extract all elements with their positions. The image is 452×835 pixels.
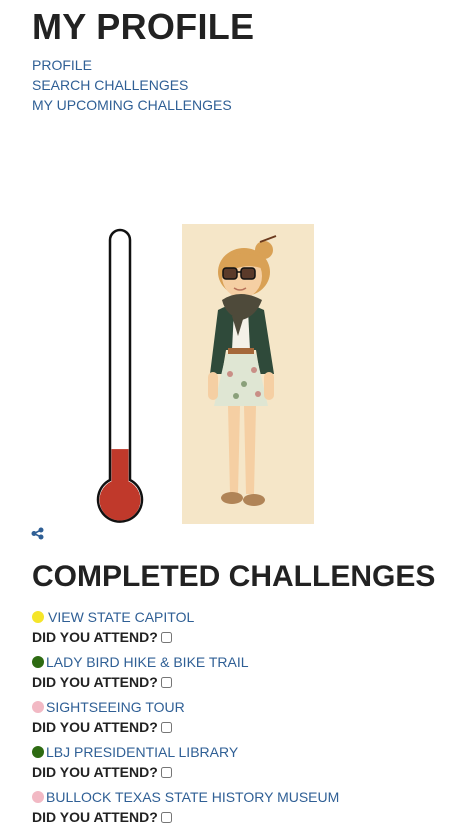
challenge-item: BULLOCK TEXAS STATE HISTORY MUSEUM DID YO… <box>32 787 339 832</box>
progress-thermometer <box>96 228 144 523</box>
challenge-item: SIGHTSEEING TOUR DID YOU ATTEND? <box>32 697 339 742</box>
challenge-item: VIEW STATE CAPITOL DID YOU ATTEND? <box>32 607 339 652</box>
category-dot-icon <box>32 656 44 668</box>
attend-checkbox[interactable] <box>160 766 172 778</box>
attend-row: DID YOU ATTEND? <box>32 807 339 827</box>
category-dot-icon <box>32 701 44 713</box>
share-icon[interactable] <box>31 527 44 540</box>
attend-label: DID YOU ATTEND? <box>32 674 158 690</box>
nav-link-search-challenges[interactable]: SEARCH CHALLENGES <box>32 75 232 95</box>
challenge-link[interactable]: LBJ PRESIDENTIAL LIBRARY <box>46 742 238 762</box>
challenge-title-line: LADY BIRD HIKE & BIKE TRAIL <box>32 652 339 672</box>
completed-challenges-title: COMPLETED CHALLENGES <box>32 560 436 593</box>
nav-link-upcoming-challenges[interactable]: MY UPCOMING CHALLENGES <box>32 95 232 115</box>
attend-row: DID YOU ATTEND? <box>32 717 339 737</box>
thermometer-bulb <box>99 479 141 521</box>
attend-label: DID YOU ATTEND? <box>32 629 158 645</box>
challenge-link[interactable]: VIEW STATE CAPITOL <box>48 607 194 627</box>
attend-label: DID YOU ATTEND? <box>32 719 158 735</box>
nav-link-profile[interactable]: PROFILE <box>32 55 232 75</box>
page-title: MY PROFILE <box>32 6 255 47</box>
challenge-title-line: SIGHTSEEING TOUR <box>32 697 339 717</box>
challenge-item: LBJ PRESIDENTIAL LIBRARY DID YOU ATTEND? <box>32 742 339 787</box>
attend-label: DID YOU ATTEND? <box>32 764 158 780</box>
challenge-title-line: BULLOCK TEXAS STATE HISTORY MUSEUM <box>32 787 339 807</box>
challenge-link[interactable]: LADY BIRD HIKE & BIKE TRAIL <box>46 652 249 672</box>
challenge-link[interactable]: BULLOCK TEXAS STATE HISTORY MUSEUM <box>46 787 339 807</box>
attend-row: DID YOU ATTEND? <box>32 627 339 647</box>
profile-nav: PROFILE SEARCH CHALLENGES MY UPCOMING CH… <box>32 55 232 115</box>
attend-checkbox[interactable] <box>160 631 172 643</box>
category-dot-icon <box>32 611 44 623</box>
attend-row: DID YOU ATTEND? <box>32 672 339 692</box>
avatar-illustration <box>208 235 277 506</box>
attend-label: DID YOU ATTEND? <box>32 809 158 825</box>
attend-checkbox[interactable] <box>160 721 172 733</box>
challenge-title-line: VIEW STATE CAPITOL <box>32 607 339 627</box>
attend-checkbox[interactable] <box>160 811 172 823</box>
category-dot-icon <box>32 791 44 803</box>
avatar-image <box>182 224 314 524</box>
attend-row: DID YOU ATTEND? <box>32 762 339 782</box>
attend-checkbox[interactable] <box>160 676 172 688</box>
completed-challenges-list: VIEW STATE CAPITOL DID YOU ATTEND? LADY BI… <box>32 607 339 832</box>
challenge-link[interactable]: SIGHTSEEING TOUR <box>46 697 185 717</box>
challenge-item: LADY BIRD HIKE & BIKE TRAIL DID YOU ATTEN… <box>32 652 339 697</box>
category-dot-icon <box>32 746 44 758</box>
challenge-title-line: LBJ PRESIDENTIAL LIBRARY <box>32 742 339 762</box>
